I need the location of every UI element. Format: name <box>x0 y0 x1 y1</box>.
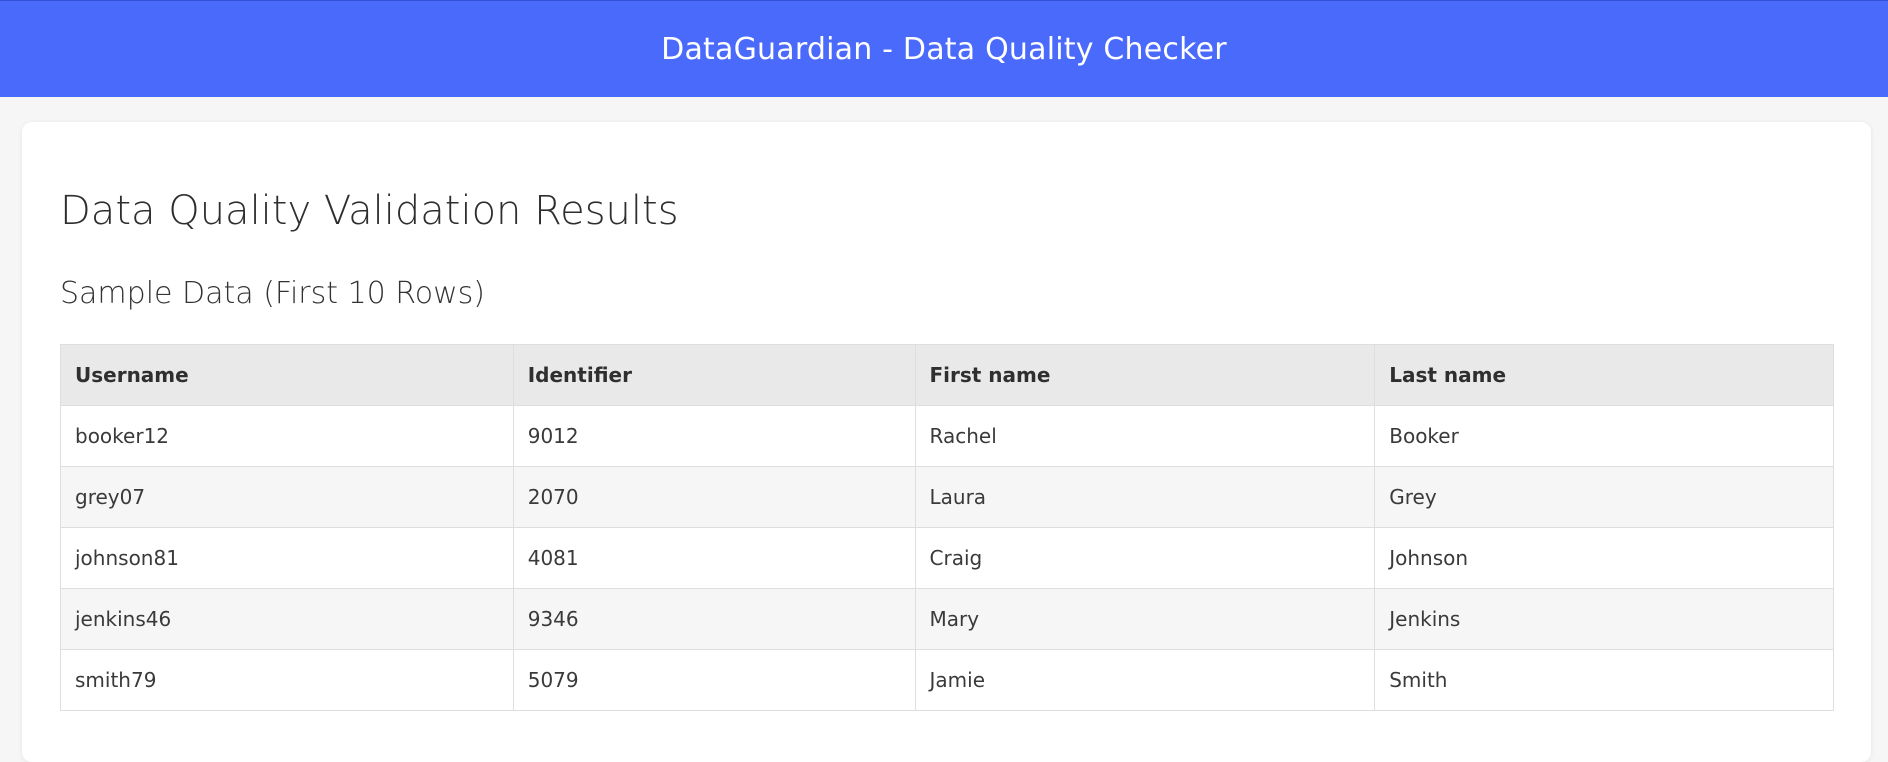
cell-identifier: 4081 <box>512 527 916 589</box>
cell-last-name: Smith <box>1374 649 1834 711</box>
table-row: jenkins46 9346 Mary Jenkins <box>60 588 1834 650</box>
section-title: Sample Data (First 10 Rows) <box>60 276 485 311</box>
cell-first-name: Craig <box>914 527 1376 589</box>
table-header-row: Username Identifier First name Last name <box>60 344 1834 406</box>
cell-identifier: 5079 <box>512 649 916 711</box>
column-header-identifier: Identifier <box>512 344 916 406</box>
results-card: Data Quality Validation Results Sample D… <box>22 122 1871 762</box>
app-header: DataGuardian - Data Quality Checker <box>0 0 1888 97</box>
table-row: booker12 9012 Rachel Booker <box>60 405 1834 467</box>
cell-identifier: 2070 <box>512 466 916 528</box>
app-title: DataGuardian - Data Quality Checker <box>661 31 1227 67</box>
table-row: johnson81 4081 Craig Johnson <box>60 527 1834 589</box>
cell-last-name: Booker <box>1374 405 1834 467</box>
table-row: smith79 5079 Jamie Smith <box>60 649 1834 711</box>
cell-first-name: Jamie <box>914 649 1376 711</box>
column-header-last-name: Last name <box>1374 344 1834 406</box>
cell-last-name: Jenkins <box>1374 588 1834 650</box>
column-header-first-name: First name <box>914 344 1376 406</box>
sample-data-table: Username Identifier First name Last name… <box>60 344 1834 711</box>
cell-username: smith79 <box>60 649 514 711</box>
table-row: grey07 2070 Laura Grey <box>60 466 1834 528</box>
cell-identifier: 9346 <box>512 588 916 650</box>
cell-username: grey07 <box>60 466 514 528</box>
cell-username: johnson81 <box>60 527 514 589</box>
cell-first-name: Rachel <box>914 405 1376 467</box>
cell-last-name: Johnson <box>1374 527 1834 589</box>
cell-username: jenkins46 <box>60 588 514 650</box>
cell-last-name: Grey <box>1374 466 1834 528</box>
cell-first-name: Mary <box>914 588 1376 650</box>
cell-username: booker12 <box>60 405 514 467</box>
page-title: Data Quality Validation Results <box>60 188 679 234</box>
cell-first-name: Laura <box>914 466 1376 528</box>
column-header-username: Username <box>60 344 514 406</box>
cell-identifier: 9012 <box>512 405 916 467</box>
